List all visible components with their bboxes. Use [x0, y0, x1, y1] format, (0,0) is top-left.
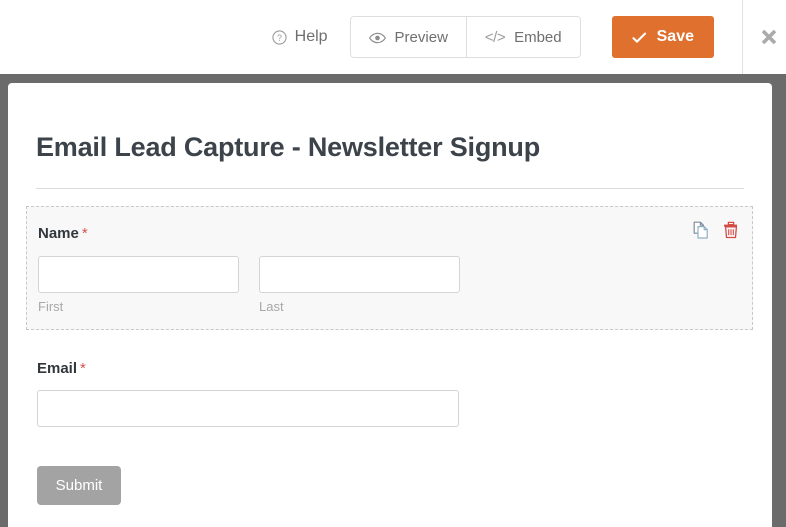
email-input[interactable]	[37, 390, 459, 427]
preview-button[interactable]: Preview	[351, 17, 466, 57]
svg-text:?: ?	[277, 32, 282, 42]
top-toolbar: ? Help Preview </> Emb	[0, 0, 786, 74]
preview-embed-group: Preview </> Embed	[350, 16, 581, 58]
toolbar-actions: ? Help Preview </> Emb	[272, 0, 714, 74]
form-field-name[interactable]: Name*	[26, 206, 753, 330]
required-marker: *	[82, 225, 88, 242]
last-name-input[interactable]	[259, 256, 460, 293]
eye-icon	[369, 31, 386, 43]
preview-label: Preview	[395, 29, 448, 46]
field-label-email: Email*	[37, 360, 467, 377]
duplicate-field-icon[interactable]	[691, 220, 711, 241]
code-icon: </>	[485, 29, 505, 46]
field-label-text: Name	[38, 225, 79, 242]
last-name-sublabel: Last	[259, 299, 460, 314]
save-label: Save	[657, 28, 694, 46]
close-x-icon	[755, 23, 783, 51]
title-divider	[36, 188, 744, 189]
name-first-col: First	[38, 256, 239, 314]
first-name-sublabel: First	[38, 299, 239, 314]
field-label-text: Email	[37, 360, 77, 377]
check-icon	[632, 31, 647, 43]
submit-button[interactable]: Submit	[37, 466, 121, 505]
form-builder-screen: ? Help Preview </> Emb	[0, 0, 786, 527]
embed-button[interactable]: </> Embed	[466, 17, 580, 57]
field-action-buttons	[691, 220, 741, 241]
name-subfields: First Last	[38, 256, 460, 314]
save-button[interactable]: Save	[612, 16, 714, 58]
help-label: Help	[295, 28, 328, 46]
help-button[interactable]: ? Help	[272, 28, 350, 46]
name-last-col: Last	[259, 256, 460, 314]
question-circle-icon: ?	[272, 30, 287, 45]
delete-field-icon[interactable]	[721, 220, 741, 241]
form-field-email[interactable]: Email*	[37, 360, 467, 427]
first-name-input[interactable]	[38, 256, 239, 293]
required-marker: *	[80, 360, 86, 377]
field-label-name: Name*	[38, 225, 88, 242]
close-button[interactable]	[755, 23, 783, 51]
form-title: Email Lead Capture - Newsletter Signup	[36, 132, 540, 163]
form-preview-card: Email Lead Capture - Newsletter Signup N…	[8, 83, 772, 527]
embed-label: Embed	[514, 29, 562, 46]
toolbar-divider	[742, 0, 743, 74]
